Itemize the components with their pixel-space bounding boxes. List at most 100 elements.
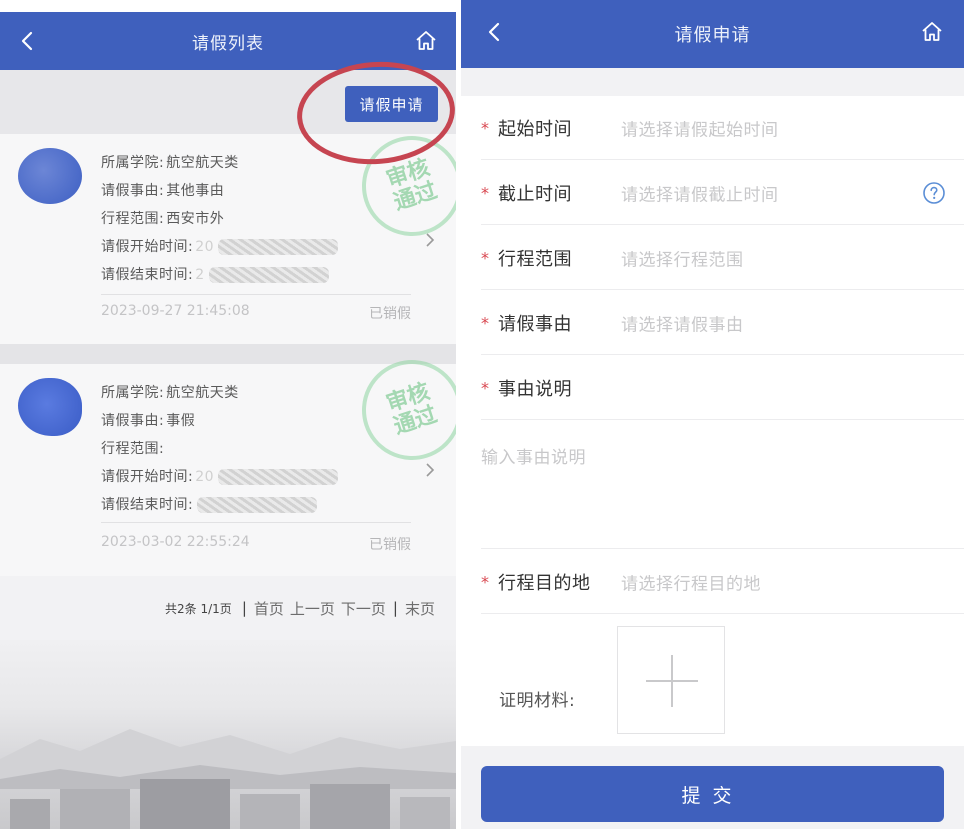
record-timestamp: 2023-09-27 21:45:08 [101, 303, 250, 319]
end-value: 2 [195, 267, 205, 283]
redaction-scribble [218, 469, 339, 485]
reason-value: 其他事由 [166, 183, 225, 199]
status-badge: 已销假 [369, 537, 411, 553]
college-value: 航空航天类 [166, 155, 239, 171]
home-icon[interactable] [414, 29, 438, 53]
end-row: 请假结束时间: [101, 491, 338, 519]
approved-stamp: 审核通过 [348, 346, 456, 474]
field-label: 行程范围 [498, 248, 572, 270]
required-mark: * [481, 378, 489, 397]
field-label: 行程目的地 [498, 572, 591, 594]
start-row: 请假开始时间: 20 [101, 233, 339, 261]
leave-form: * 起始时间 请选择请假起始时间 * 截止时间 请选择请假截止时间 * 行程范围… [461, 96, 964, 746]
leave-reason-picker[interactable]: 请选择请假事由 [621, 310, 744, 335]
reason-row: 请假事由: 事假 [101, 407, 338, 435]
card-gap [0, 344, 456, 364]
redaction-scribble [208, 267, 329, 283]
avatar [18, 148, 82, 204]
college-row: 所属学院: 航空航天类 [101, 149, 338, 177]
chevron-right-icon [426, 463, 435, 477]
page-count: 共2条 1/1页 [165, 601, 232, 616]
leave-record-card[interactable]: 审核通过 所属学院: 航空航天类 请假事由: 事假 行程范围: 请假开始时间: 20 … [0, 346, 456, 576]
end-time-field[interactable]: * 截止时间 请选择请假截止时间 [481, 161, 964, 225]
required-mark: * [481, 183, 489, 202]
first-page-link[interactable]: 首页 [254, 598, 284, 619]
building-silhouettes [10, 779, 450, 829]
college-value: 航空航天类 [166, 385, 239, 401]
textarea-placeholder: 输入事由说明 [481, 448, 586, 468]
record-timestamp: 2023-03-02 22:55:24 [101, 534, 250, 550]
required-mark: * [481, 313, 489, 332]
field-label: 截止时间 [498, 183, 572, 205]
leave-record-card[interactable]: 审核通过 所属学院: 航空航天类 请假事由: 其他事由 行程范围: 西安市外 请假开始… [0, 122, 456, 344]
approved-stamp: 审核通过 [348, 122, 456, 250]
range-label: 行程范围: [101, 441, 165, 457]
end-label: 请假结束时间: [101, 497, 194, 513]
leave-apply-button[interactable]: 请假申请 [345, 86, 438, 122]
last-page-link[interactable]: 末页 [405, 598, 435, 619]
pagination: 共2条 1/1页 | 首页 上一页 下一页 | 末页 [0, 576, 456, 640]
end-label: 请假结束时间: [101, 267, 194, 283]
range-row: 行程范围: [101, 435, 338, 463]
top-nav-bar: 请假申请 [461, 0, 964, 68]
range-label: 行程范围: [101, 211, 165, 227]
status-badge: 已销假 [369, 306, 411, 322]
record-info: 所属学院: 航空航天类 请假事由: 其他事由 行程范围: 西安市外 请假开始时间: 20… [101, 149, 339, 289]
avatar [18, 378, 82, 436]
page-title: 请假申请 [674, 25, 751, 46]
redaction-scribble [197, 497, 318, 513]
start-row: 请假开始时间: 20 [101, 463, 339, 491]
leave-list-screen: 请假列表 请假申请 审核通过 所属学院: 航空航天类 请假事由: 其他事由 行程范围… [0, 0, 456, 829]
college-row: 所属学院: 航空航天类 [101, 379, 338, 407]
range-row: 行程范围: 西安市外 [101, 205, 338, 233]
college-label: 所属学院: [101, 155, 165, 171]
plus-icon [646, 655, 698, 707]
start-label: 请假开始时间: [101, 469, 194, 485]
prev-page-link[interactable]: 上一页 [290, 598, 335, 619]
divider [101, 522, 411, 523]
start-time-field[interactable]: * 起始时间 请选择请假起始时间 [481, 96, 964, 160]
pager-separator: | [241, 599, 247, 617]
action-bar: 请假申请 [0, 70, 456, 134]
end-row: 请假结束时间: 2 [101, 261, 338, 289]
field-label: 请假事由 [498, 313, 572, 335]
required-mark: * [481, 118, 489, 137]
redaction-scribble [218, 239, 339, 255]
reason-label: 请假事由: [101, 413, 165, 429]
campus-background-image [0, 640, 456, 829]
required-mark: * [481, 248, 489, 267]
status-strip [0, 0, 456, 12]
start-value: 20 [195, 239, 215, 255]
top-nav-bar: 请假列表 [0, 12, 456, 70]
stamp-text: 审核通过 [383, 155, 441, 216]
reason-row: 请假事由: 其他事由 [101, 177, 338, 205]
pager-separator: | [392, 599, 398, 617]
range-value: 西安市外 [166, 211, 225, 227]
travel-range-field[interactable]: * 行程范围 请选择行程范围 [481, 226, 964, 290]
stamp-text: 审核通过 [383, 379, 441, 440]
next-page-link[interactable]: 下一页 [341, 598, 386, 619]
destination-field[interactable]: * 行程目的地 请选择行程目的地 [481, 550, 964, 614]
home-icon[interactable] [920, 20, 944, 44]
leave-apply-screen: 请假申请 * 起始时间 请选择请假起始时间 * 截止时间 请选择请假截止时间 *… [461, 0, 964, 829]
help-icon[interactable] [922, 181, 946, 205]
required-mark: * [481, 572, 489, 591]
travel-range-picker[interactable]: 请选择行程范围 [621, 245, 744, 270]
reason-label: 请假事由: [101, 183, 165, 199]
proof-label: 证明材料: [499, 691, 576, 711]
start-value: 20 [195, 469, 215, 485]
college-label: 所属学院: [101, 385, 165, 401]
upload-box[interactable] [617, 626, 725, 734]
divider [101, 294, 411, 295]
destination-picker[interactable]: 请选择行程目的地 [621, 569, 761, 594]
start-label: 请假开始时间: [101, 239, 194, 255]
chevron-right-icon [426, 233, 435, 247]
page-title: 请假列表 [192, 33, 264, 54]
start-time-picker[interactable]: 请选择请假起始时间 [621, 115, 779, 140]
leave-reason-field[interactable]: * 请假事由 请选择请假事由 [481, 291, 964, 355]
field-label: 起始时间 [498, 118, 572, 140]
end-time-picker[interactable]: 请选择请假截止时间 [621, 180, 779, 205]
proof-material-field: 证明材料: [461, 614, 964, 746]
reason-description-textarea[interactable]: 输入事由说明 [481, 421, 964, 549]
submit-button[interactable]: 提交 [481, 766, 944, 822]
